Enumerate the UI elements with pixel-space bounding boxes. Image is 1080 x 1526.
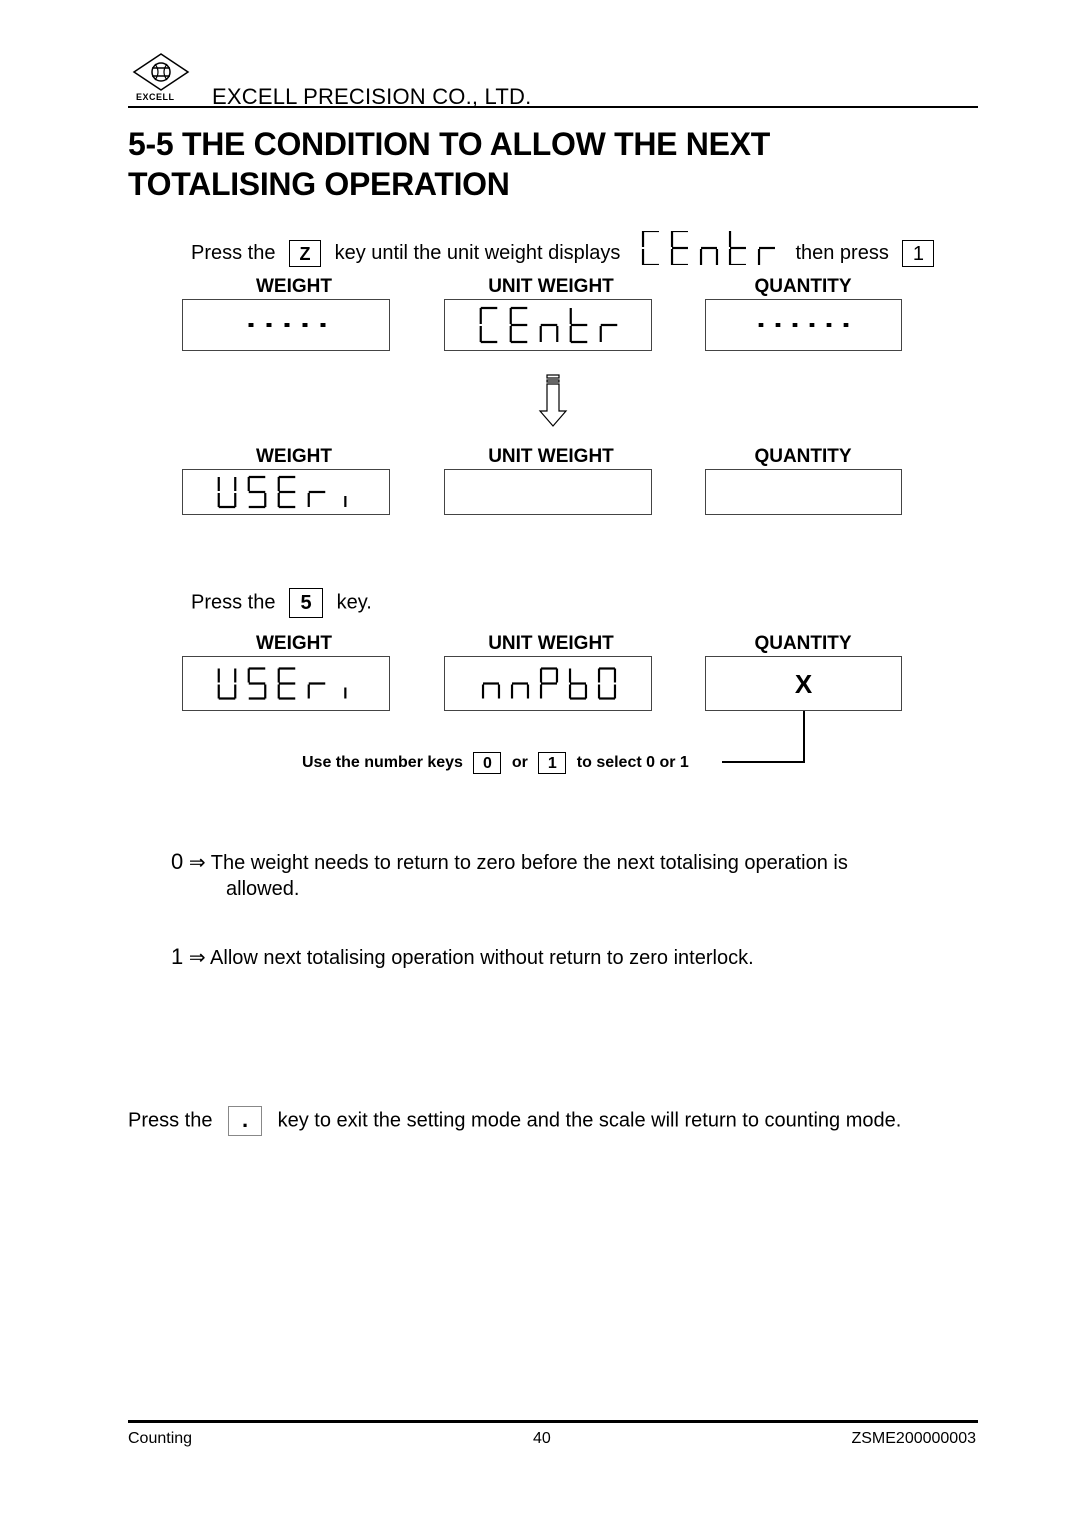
title-line-2: TOTALISING OPERATION: [128, 166, 510, 202]
segment-glyph: [597, 667, 617, 700]
down-arrow-icon: [538, 373, 568, 434]
document-code: ZSME200000003: [851, 1430, 976, 1447]
segment-glyph: [479, 306, 498, 344]
label-unit-weight: UNIT WEIGHT: [488, 446, 614, 467]
segment-glyph: [217, 668, 237, 700]
step1-text-b: key until the unit weight displays: [334, 242, 621, 264]
exit-instruction: Press the . key to exit the setting mode…: [128, 1106, 901, 1136]
connector-line-vertical: [803, 711, 805, 762]
weight-display: [182, 656, 390, 711]
label-quantity: QUANTITY: [754, 633, 852, 654]
segment-glyph: [728, 231, 746, 267]
quantity-display: X: [705, 656, 902, 711]
inline-seg-display: [634, 229, 784, 271]
unit-weight-display-glyphs: [479, 306, 618, 344]
exit-text-a: Press the: [128, 1109, 213, 1132]
weight-display-glyphs: [217, 475, 347, 509]
step2-text-a: Press the: [191, 591, 276, 614]
step2-text-b: key.: [336, 591, 372, 614]
segment-glyph: [699, 246, 718, 265]
quantity-display: [705, 469, 902, 515]
segment-glyph: [539, 323, 559, 342]
one-key: 1: [902, 240, 935, 268]
option-1: 1 ⇒ Allow next totalising operation with…: [171, 944, 951, 971]
footer-divider: [128, 1420, 978, 1423]
option-0-text-cont: allowed.: [226, 878, 300, 900]
page-title: 5-5 THE CONDITION TO ALLOW THE NEXT TOTA…: [128, 124, 770, 204]
segment-glyph: [247, 475, 267, 509]
option-0-text: The weight needs to return to zero befor…: [210, 852, 848, 874]
implies-arrow-icon: ⇒: [188, 947, 206, 969]
segment-glyph: [307, 682, 326, 699]
weight-display: [182, 299, 390, 351]
exit-text-b: key to exit the setting mode and the sca…: [277, 1109, 902, 1132]
five-key: 5: [289, 588, 324, 618]
step1-text-c: then press: [795, 242, 889, 264]
step1-text-a: Press the: [191, 242, 276, 264]
page-number: 40: [533, 1430, 551, 1447]
option-0-value: 0: [171, 849, 184, 874]
step1-instruction: Press the Z key until the unit weight di…: [191, 229, 935, 271]
segment-glyph: [539, 667, 559, 699]
option-0: 0 ⇒ The weight needs to return to zero b…: [171, 849, 951, 902]
segment-glyph: [481, 682, 501, 699]
segment-glyph: [277, 475, 296, 509]
label-unit-weight: UNIT WEIGHT: [488, 633, 614, 654]
label-weight: WEIGHT: [256, 446, 332, 467]
segment-glyph: [670, 229, 688, 267]
option-1-text: Allow next totalising operation without …: [210, 947, 754, 969]
segment-glyph: [277, 667, 296, 700]
segment-glyph: [569, 308, 588, 344]
logo-text: EXCELL: [136, 92, 175, 102]
note-text-b: or: [511, 754, 528, 772]
segment-glyph: [568, 668, 588, 700]
segment-glyph: [599, 323, 618, 342]
label-weight: WEIGHT: [256, 276, 332, 297]
quantity-display: [705, 299, 902, 351]
excell-logo: EXCELL: [128, 52, 194, 104]
weight-display: [182, 469, 390, 515]
one-key: 1: [538, 752, 567, 774]
unit-weight-display: [444, 469, 652, 515]
note-text-a: Use the number keys: [302, 754, 463, 772]
label-weight: WEIGHT: [256, 633, 332, 654]
option-1-value: 1: [171, 944, 184, 969]
segment-glyph: [510, 682, 530, 699]
segment-glyph: [217, 477, 237, 509]
label-unit-weight: UNIT WEIGHT: [488, 276, 614, 297]
footer-section: Counting: [128, 1430, 193, 1447]
unit-weight-display: [444, 299, 652, 351]
segment-glyph: [307, 490, 326, 507]
step2-instruction: Press the 5 key.: [191, 588, 372, 618]
segment-glyph: [509, 306, 528, 344]
segment-glyph: [757, 246, 775, 265]
header-divider: [128, 106, 978, 108]
dot-key: .: [228, 1106, 263, 1136]
weight-display-glyphs: [217, 667, 347, 700]
centr-display-glyphs: [641, 229, 775, 267]
label-quantity: QUANTITY: [754, 276, 852, 297]
unit-weight-display: [444, 656, 652, 711]
label-quantity: QUANTITY: [754, 446, 852, 467]
connector-line-horizontal: [722, 761, 805, 763]
segment-glyph: [641, 229, 659, 267]
z-key: Z: [289, 240, 322, 268]
unit-weight-display-glyphs: [481, 667, 617, 700]
number-keys-note: Use the number keys 0 or 1 to select 0 o…: [302, 752, 689, 774]
quantity-value: X: [794, 669, 813, 699]
note-text-c: to select 0 or 1: [576, 754, 689, 772]
implies-arrow-icon: ⇒: [188, 852, 206, 874]
quantity-display-glyphs: [758, 323, 849, 327]
weight-display-glyphs: [248, 323, 326, 327]
title-line-1: 5-5 THE CONDITION TO ALLOW THE NEXT: [128, 126, 770, 162]
segment-glyph: [247, 667, 267, 700]
zero-key: 0: [473, 752, 502, 774]
